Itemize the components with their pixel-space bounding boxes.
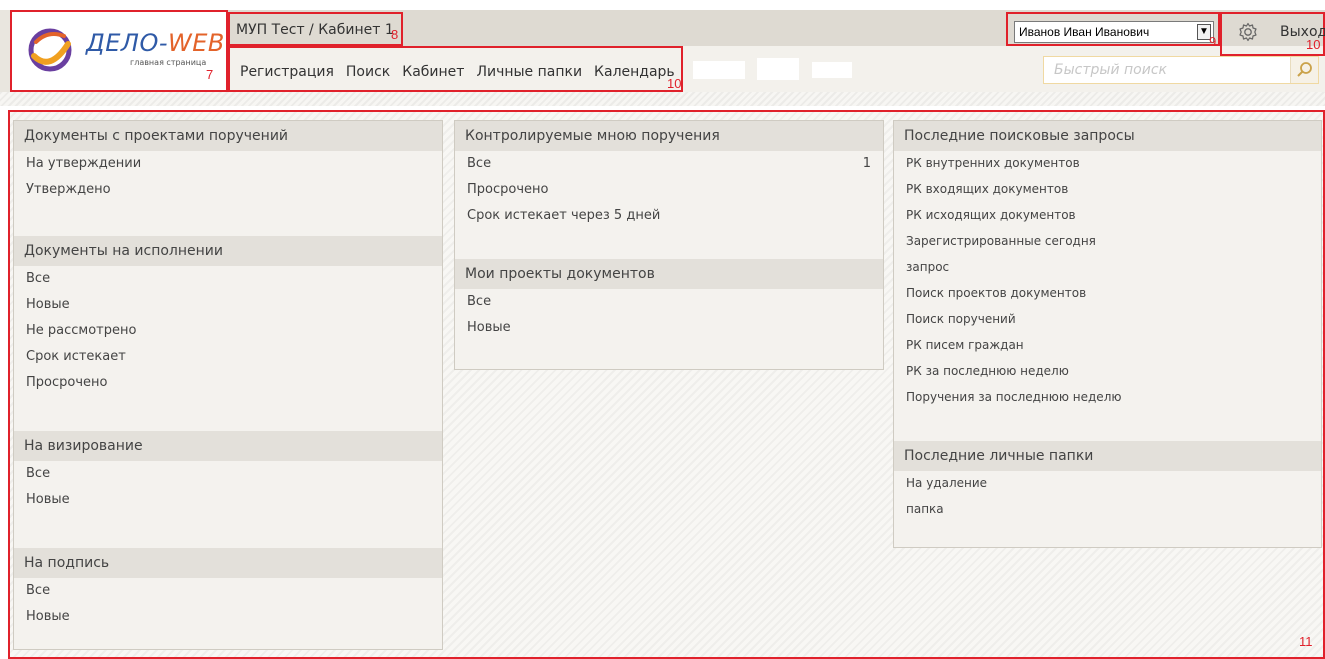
redacted-block <box>812 62 852 78</box>
search-icon <box>1297 62 1312 77</box>
user-select-value: Иванов Иван Иванович <box>1019 25 1150 39</box>
nav-calendar[interactable]: Календарь <box>594 64 675 80</box>
gear-icon[interactable] <box>1238 22 1258 42</box>
callout-number: 11 <box>1299 634 1313 649</box>
breadcrumb[interactable]: МУП Тест / Кабинет 1 <box>236 22 394 38</box>
quick-search[interactable]: Быстрый поиск <box>1043 56 1319 84</box>
callout-box <box>8 110 1325 659</box>
nav-cabinet[interactable]: Кабинет <box>402 64 464 80</box>
search-button[interactable] <box>1290 57 1318 83</box>
logo-subtitle: главная страница <box>130 58 207 67</box>
nav-personal-folders[interactable]: Личные папки <box>476 64 582 80</box>
callout-number: 10 <box>667 76 682 91</box>
top-bar-shadow <box>0 92 1325 106</box>
callout-number: 7 <box>206 67 214 82</box>
redacted-block <box>693 61 745 79</box>
callout-number: 9 <box>1209 34 1217 49</box>
callout-number: 8 <box>391 27 399 42</box>
nav-search[interactable]: Поиск <box>346 64 390 80</box>
redacted-block <box>757 58 799 80</box>
main-nav: Регистрация Поиск Кабинет Личные папки К… <box>240 64 687 80</box>
logo-ring-icon <box>28 28 72 72</box>
logo-brand: ДЕЛО-WEB <box>86 29 225 57</box>
callout-number: 10 <box>1306 37 1321 52</box>
quick-search-placeholder: Быстрый поиск <box>1054 62 1167 78</box>
nav-registration[interactable]: Регистрация <box>240 64 334 80</box>
logo-home-link[interactable]: ДЕЛО-WEB главная страница <box>10 10 228 92</box>
user-select[interactable]: Иванов Иван Иванович ▼ <box>1014 21 1214 43</box>
